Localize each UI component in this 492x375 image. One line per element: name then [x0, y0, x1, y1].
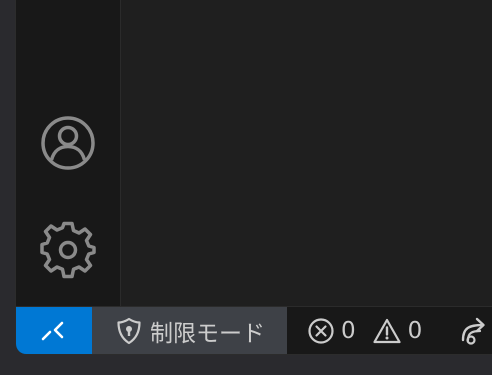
status-bar: 制限モード 0 0: [16, 306, 492, 354]
shield-icon: [117, 317, 141, 345]
activity-bar: [16, 0, 121, 306]
warning-icon: [373, 318, 401, 344]
editor-area[interactable]: [121, 0, 492, 306]
ports-forward-icon: [462, 317, 485, 345]
errors-count: 0: [341, 318, 356, 344]
gear-icon: [40, 221, 96, 279]
restricted-mode-button[interactable]: 制限モード: [92, 307, 287, 354]
vscode-window: 制限モード 0 0: [16, 0, 492, 354]
remote-indicator-button[interactable]: [16, 307, 92, 354]
error-icon: [308, 318, 334, 344]
account-icon: [41, 116, 95, 170]
manage-button[interactable]: [38, 220, 98, 280]
restricted-mode-label: 制限モード: [150, 321, 265, 347]
remote-indicator-icon: [41, 321, 64, 341]
ports-button[interactable]: [458, 307, 490, 354]
accounts-button[interactable]: [38, 113, 98, 173]
problems-button[interactable]: 0 0: [287, 307, 432, 354]
warnings-count: 0: [407, 318, 423, 344]
